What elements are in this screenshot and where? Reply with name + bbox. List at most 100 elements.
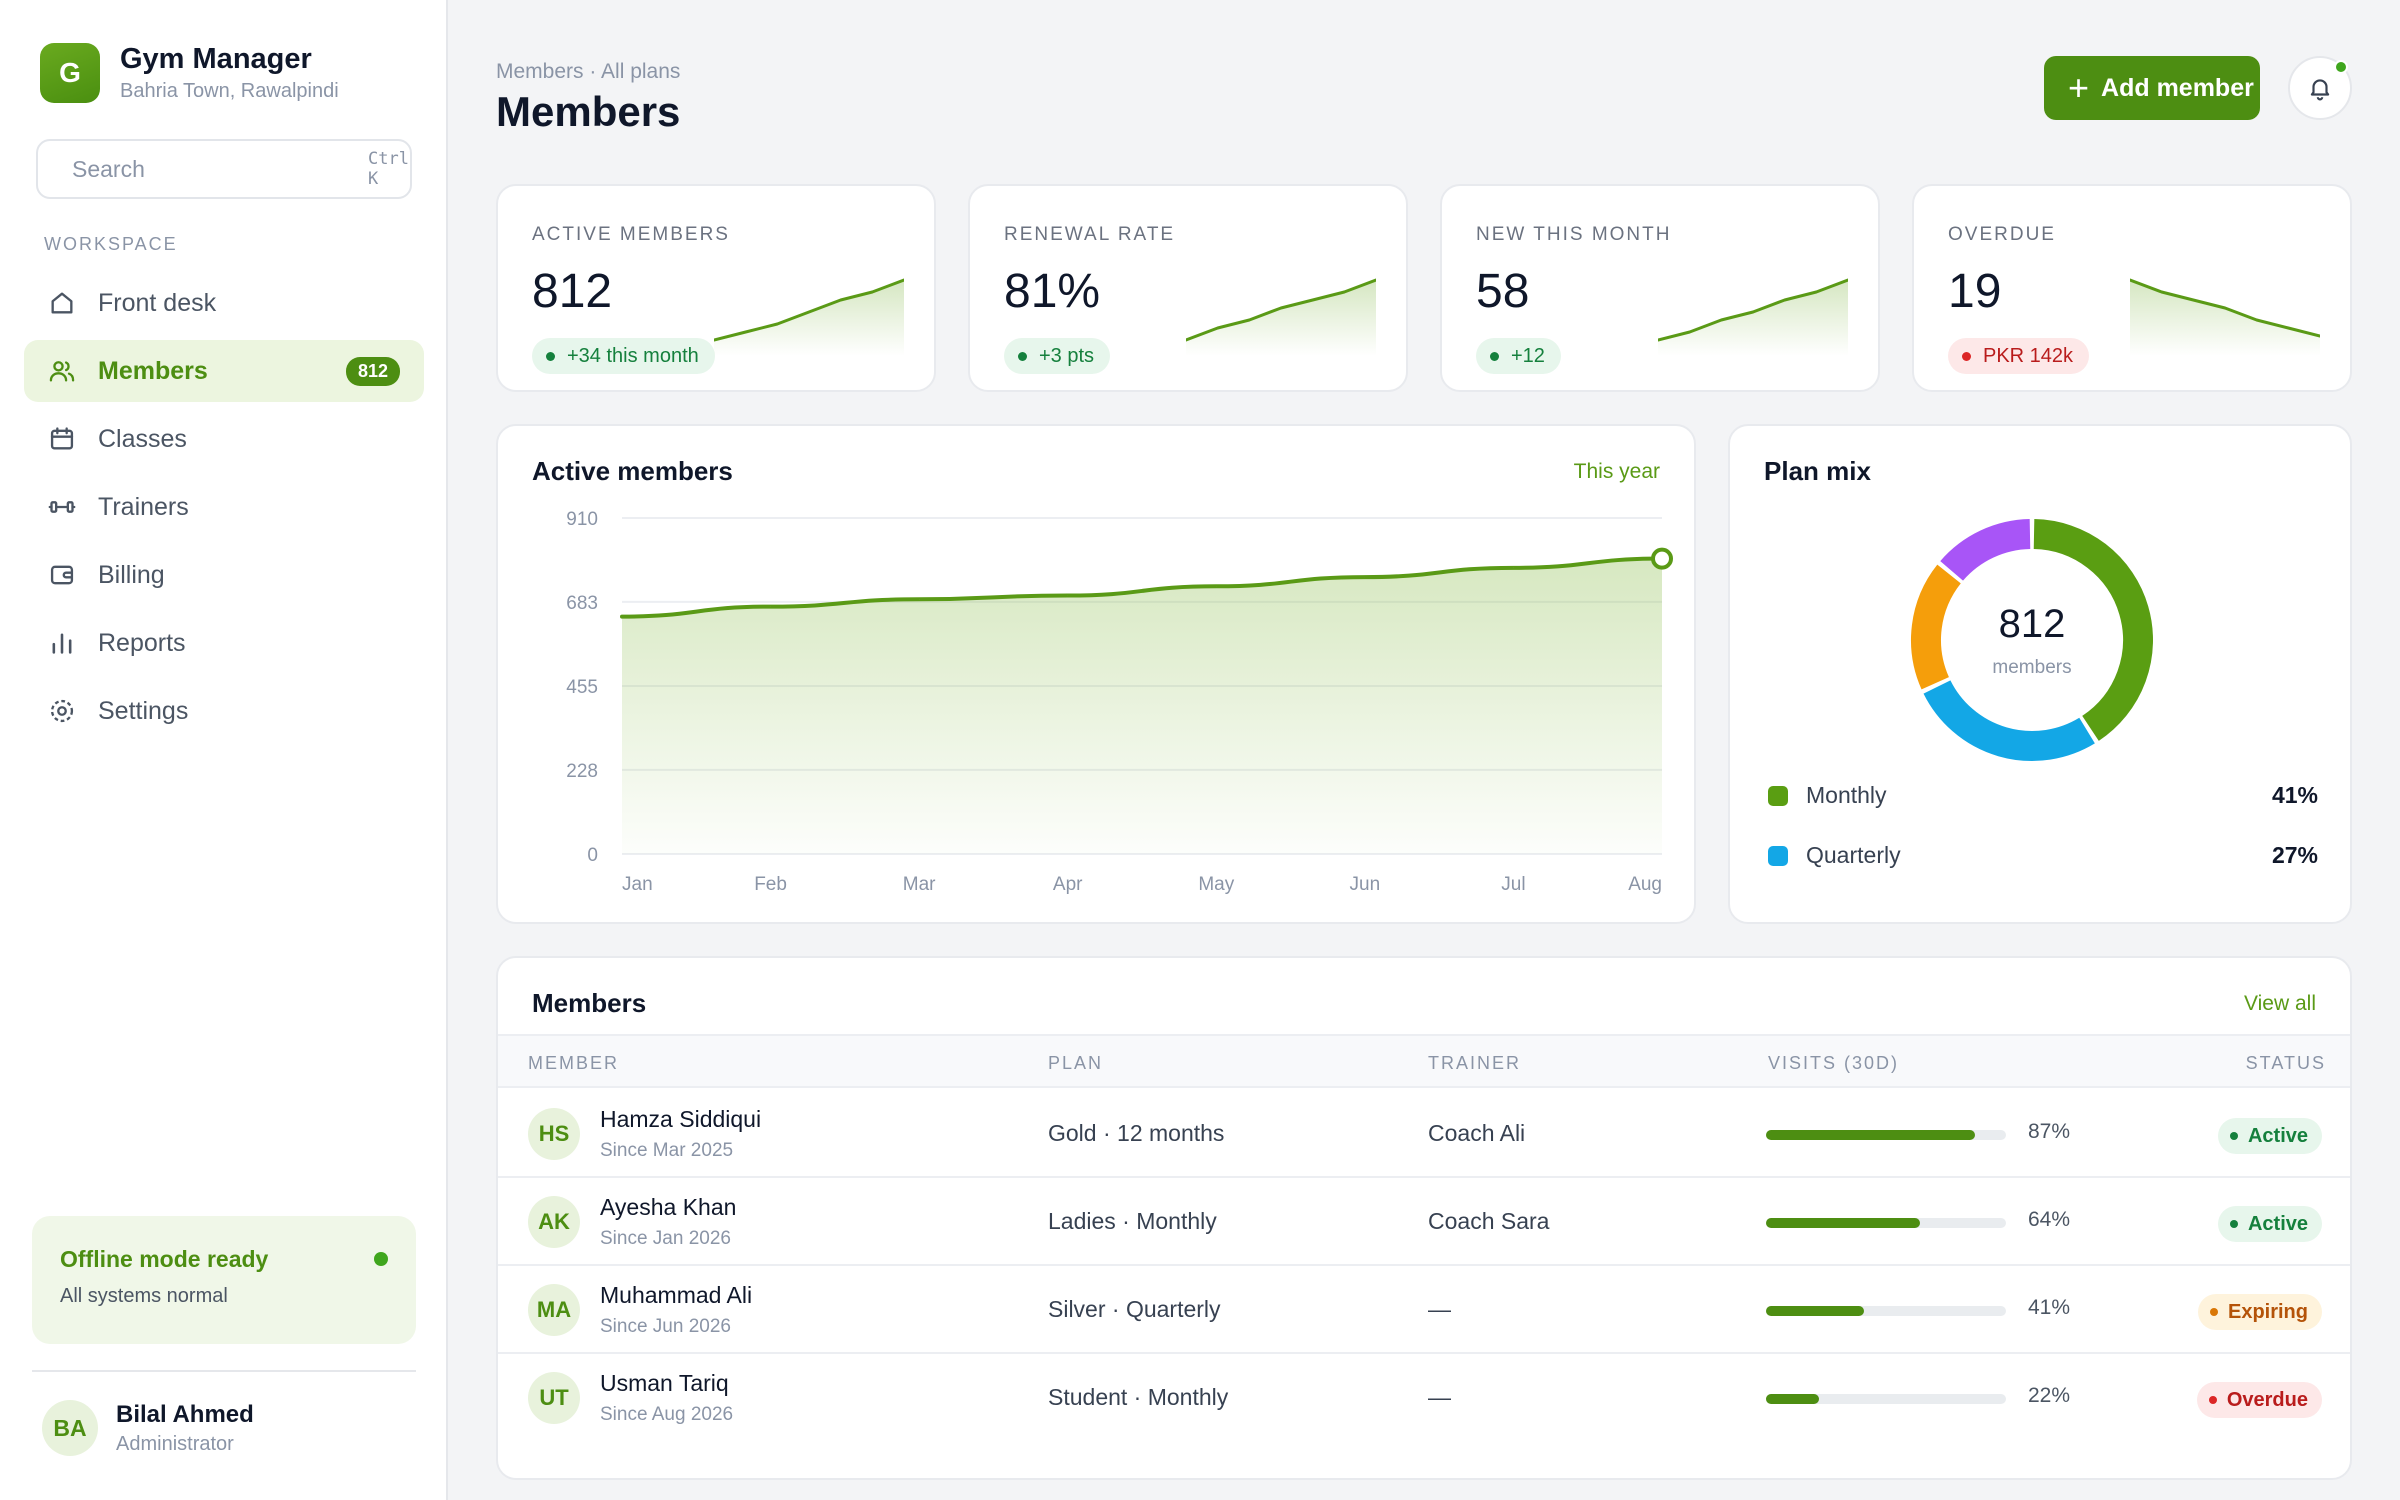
kpi-value: 58 bbox=[1476, 265, 1530, 318]
column-header-member[interactable]: MEMBER bbox=[528, 1053, 619, 1074]
member-plan: Silver · Quarterly bbox=[1048, 1296, 1221, 1322]
y-tick-label: 0 bbox=[587, 845, 598, 866]
donut-total: 812 bbox=[1998, 601, 2066, 646]
kpi-label: NEW THIS MONTH bbox=[1476, 224, 1672, 245]
legend-label: Monthly bbox=[1806, 782, 1887, 808]
brand-location: Bahria Town, Rawalpindi bbox=[120, 80, 339, 102]
column-header-visits[interactable]: VISITS (30D) bbox=[1768, 1053, 1899, 1074]
sidebar-item-members[interactable]: Members 812 bbox=[24, 340, 424, 402]
kpi-sparkline bbox=[714, 278, 904, 356]
sidebar-item-label: Trainers bbox=[98, 492, 189, 521]
avatar: HS bbox=[528, 1108, 580, 1160]
brand[interactable]: G Gym Manager Bahria Town, Rawalpindi bbox=[40, 43, 339, 103]
member-plan: Gold · 12 months bbox=[1048, 1120, 1225, 1146]
bar-chart-icon bbox=[52, 633, 72, 654]
member-trainer: — bbox=[1428, 1296, 1451, 1322]
kpi-sparkline bbox=[1186, 278, 1376, 356]
workspace-section-label: WORKSPACE bbox=[44, 234, 178, 254]
member-name[interactable]: Usman Tariq bbox=[600, 1370, 729, 1397]
status-badge: Expiring bbox=[2197, 1294, 2322, 1330]
status-text: Active bbox=[2247, 1212, 2308, 1235]
kpi-new-this-month: NEW THIS MONTH 58 +12 bbox=[1440, 184, 1880, 392]
kpi-value: 812 bbox=[532, 265, 613, 318]
member-name[interactable]: Ayesha Khan bbox=[600, 1194, 736, 1221]
sidebar-item-label: Classes bbox=[98, 424, 187, 453]
sidebar-item-reports[interactable]: Reports bbox=[24, 612, 424, 674]
user-role: Administrator bbox=[116, 1432, 234, 1455]
table-row[interactable]: AK Ayesha Khan Since Jan 2026 Ladies · M… bbox=[498, 1178, 2350, 1266]
table-row[interactable]: MA Muhammad Ali Since Jun 2026 Silver · … bbox=[498, 1266, 2350, 1354]
user-profile[interactable]: BA Bilal Ahmed Administrator bbox=[42, 1400, 254, 1456]
sidebar-item-classes[interactable]: Classes bbox=[24, 408, 424, 470]
sidebar-divider bbox=[32, 1370, 416, 1372]
y-tick-label: 455 bbox=[566, 677, 598, 698]
active-members-chart-card: Active members This year 0 228 455 683 910 Ja… bbox=[496, 424, 1696, 924]
offline-subtitle: All systems normal bbox=[60, 1285, 228, 1307]
sidebar-item-trainers[interactable]: Trainers bbox=[24, 476, 424, 538]
add-member-button[interactable]: + Add member bbox=[2044, 56, 2260, 120]
kpi-delta-text: PKR 142k bbox=[1983, 344, 2074, 367]
sidebar: G Gym Manager Bahria Town, Rawalpindi Ct… bbox=[0, 0, 448, 1500]
area-fill bbox=[622, 558, 1662, 854]
column-header-trainer[interactable]: TRAINER bbox=[1428, 1053, 1521, 1074]
plan-mix-title: Plan mix bbox=[1764, 456, 1871, 486]
member-name[interactable]: Muhammad Ali bbox=[600, 1282, 752, 1309]
kpi-renewal-rate: RENEWAL RATE 81% +3 pts bbox=[968, 184, 1408, 392]
members-count-badge: 812 bbox=[345, 356, 400, 386]
visits-percent: 64% bbox=[2028, 1208, 2071, 1231]
legend-swatch bbox=[1768, 785, 1788, 806]
member-since: Since Jan 2026 bbox=[600, 1228, 731, 1249]
kpi-delta-pill: +12 bbox=[1476, 338, 1561, 374]
y-tick-label: 910 bbox=[566, 509, 598, 530]
member-name[interactable]: Hamza Siddiqui bbox=[600, 1106, 761, 1133]
table-row[interactable]: HS Hamza Siddiqui Since Mar 2025 Gold · … bbox=[498, 1090, 2350, 1178]
visits-percent: 22% bbox=[2028, 1384, 2071, 1407]
kpi-active-members: ACTIVE MEMBERS 812 +34 this month bbox=[496, 184, 936, 392]
sidebar-item-label: Members bbox=[98, 356, 208, 385]
y-tick-label: 683 bbox=[566, 593, 598, 614]
kpi-sparkline bbox=[1658, 278, 1848, 356]
member-trainer: Coach Sara bbox=[1428, 1208, 1550, 1234]
y-tick-label: 228 bbox=[566, 761, 598, 782]
status-badge: Active bbox=[2217, 1206, 2322, 1242]
kpi-delta-text: +3 pts bbox=[1039, 344, 1095, 367]
kpi-delta-text: +34 this month bbox=[567, 344, 699, 367]
search-box[interactable]: Ctrl K bbox=[36, 139, 412, 199]
table-row[interactable]: UT Usman Tariq Since Aug 2026 Student · … bbox=[498, 1354, 2350, 1442]
x-tick-label: May bbox=[1198, 874, 1234, 895]
member-since: Since Mar 2025 bbox=[600, 1140, 734, 1161]
view-all-link[interactable]: View all bbox=[2244, 992, 2316, 1016]
sidebar-item-label: Front desk bbox=[98, 288, 217, 317]
status-badge: Overdue bbox=[2196, 1382, 2322, 1418]
kpi-value: 81% bbox=[1004, 265, 1101, 318]
status-badge: Active bbox=[2217, 1118, 2322, 1154]
x-tick-label: Jul bbox=[1501, 874, 1525, 895]
kpi-delta-text: +12 bbox=[1511, 344, 1545, 367]
table-header: MEMBER PLAN TRAINER VISITS (30D) STATUS bbox=[498, 1034, 2350, 1088]
column-header-status[interactable]: STATUS bbox=[2246, 1053, 2326, 1074]
donut-center: 812 members bbox=[1910, 518, 2154, 762]
sidebar-nav: Front desk Members 812 Classes Trainers … bbox=[24, 272, 424, 748]
sidebar-item-label: Billing bbox=[98, 560, 165, 589]
search-input[interactable] bbox=[72, 155, 368, 183]
sidebar-item-settings[interactable]: Settings bbox=[24, 680, 424, 742]
members-table-card: Members View all MEMBER PLAN TRAINER VIS… bbox=[496, 956, 2352, 1480]
x-tick-label: Apr bbox=[1053, 874, 1083, 895]
x-tick-label: Jun bbox=[1350, 874, 1381, 895]
member-trainer: — bbox=[1428, 1384, 1451, 1410]
legend-item-quarterly: Quarterly 27% bbox=[1768, 842, 2318, 869]
page-title: Members bbox=[496, 88, 681, 135]
notifications-button[interactable] bbox=[2288, 56, 2352, 120]
kpi-label: OVERDUE bbox=[1948, 224, 2056, 245]
column-header-plan[interactable]: PLAN bbox=[1048, 1053, 1103, 1074]
x-tick-label: Mar bbox=[903, 874, 936, 895]
sidebar-item-front-desk[interactable]: Front desk bbox=[24, 272, 424, 334]
gear-icon bbox=[50, 699, 74, 723]
sidebar-item-billing[interactable]: Billing bbox=[24, 544, 424, 606]
kpi-delta-pill: +34 this month bbox=[532, 338, 715, 374]
plan-mix-card: Plan mix 812 members Monthly 41% Quarter… bbox=[1728, 424, 2352, 924]
add-member-label: Add member bbox=[2101, 73, 2254, 102]
status-text: Overdue bbox=[2226, 1388, 2308, 1411]
data-point[interactable] bbox=[1651, 547, 1673, 570]
x-tick-label: Jan bbox=[622, 874, 653, 895]
